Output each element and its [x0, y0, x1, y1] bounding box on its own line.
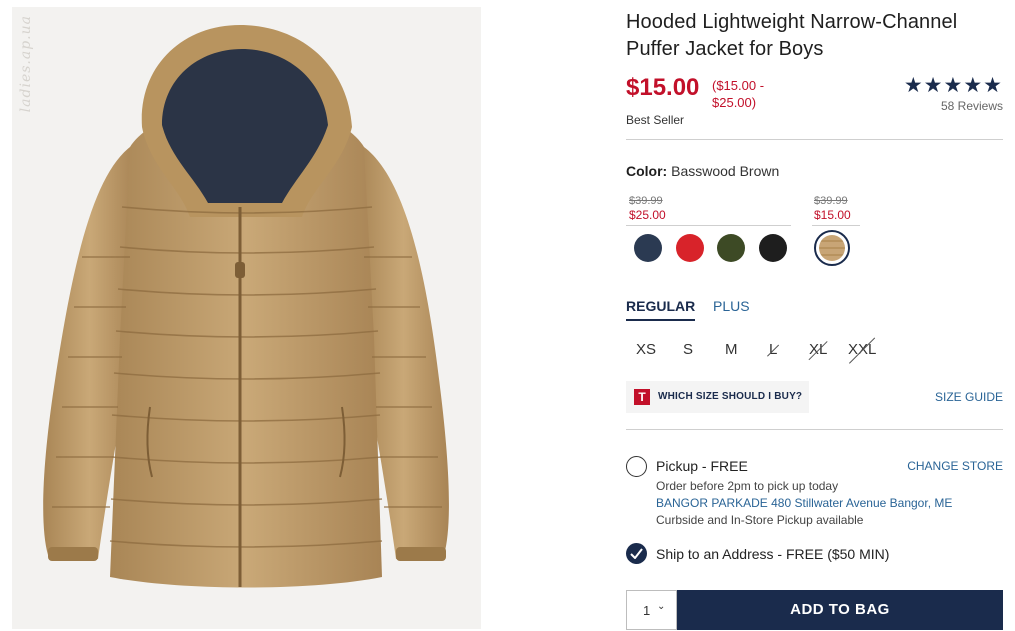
original-price: $39.99 — [814, 195, 848, 207]
color-selector-label: Color: Basswood Brown — [626, 163, 779, 179]
divider — [812, 225, 860, 226]
size-option-s[interactable]: S — [683, 341, 693, 361]
change-store-link[interactable]: CHANGE STORE — [907, 459, 1003, 473]
color-swatch-olive[interactable] — [717, 234, 745, 262]
color-swatch-navy[interactable] — [634, 234, 662, 262]
sale-price: $15.00 — [814, 208, 851, 222]
size-option-xl-unavailable[interactable]: XL — [809, 341, 827, 361]
divider — [626, 139, 1003, 140]
color-swatch-red[interactable] — [676, 234, 704, 262]
true-fit-icon: T — [634, 389, 650, 405]
checkmark-icon — [630, 548, 643, 559]
color-swatch-basswood-brown[interactable] — [814, 230, 850, 266]
best-seller-badge: Best Seller — [626, 113, 685, 127]
tab-plus[interactable]: PLUS — [713, 298, 750, 314]
ship-label: Ship to an Address - FREE ($50 MIN) — [656, 546, 890, 562]
chevron-down-icon: ⌄ — [657, 601, 666, 612]
divider — [626, 225, 791, 226]
pickup-label: Pickup - FREE — [656, 458, 748, 474]
quantity-value: 1 — [643, 603, 651, 618]
stars-glyphs: ★★★★★ — [903, 74, 1003, 97]
swatch-price-group: $39.99 $15.00 — [814, 194, 851, 222]
which-size-button[interactable]: T WHICH SIZE SHOULD I BUY? — [626, 381, 809, 413]
divider — [626, 429, 1003, 430]
selected-color-name: Basswood Brown — [671, 163, 780, 179]
pickup-cutoff-note: Order before 2pm to pick up today — [656, 479, 839, 493]
size-option-m[interactable]: M — [725, 341, 738, 361]
reviews-link[interactable]: 58 Reviews — [941, 99, 1003, 113]
add-to-bag-button[interactable]: ADD TO BAG — [677, 590, 1003, 630]
product-image[interactable]: ladies.ap.ua — [12, 7, 481, 629]
original-price: $39.99 — [629, 195, 663, 207]
swatch-fill — [819, 235, 845, 261]
pickup-radio[interactable] — [626, 456, 647, 477]
current-price: $15.00 — [626, 74, 700, 101]
star-rating-icon[interactable]: ★★★★★ — [904, 75, 1003, 96]
size-guide-link[interactable]: SIZE GUIDE — [935, 390, 1003, 404]
which-size-label: WHICH SIZE SHOULD I BUY? — [658, 391, 803, 402]
sale-price: $25.00 — [629, 208, 666, 222]
size-option-l-unavailable[interactable]: L — [769, 341, 777, 361]
puffer-jacket-illustration — [43, 25, 449, 588]
pickup-availability: Curbside and In-Store Pickup available — [656, 513, 864, 527]
swatch-price-group: $39.99 $25.00 — [629, 194, 666, 222]
quantity-select[interactable]: 1 ⌄ — [626, 590, 677, 630]
size-option-xxl-unavailable[interactable]: XXL — [848, 341, 876, 361]
product-title: Hooded Lightweight Narrow-Channel Puffer… — [626, 11, 958, 60]
product-info-panel: Hooded Lightweight Narrow-Channel Puffer… — [626, 0, 1003, 631]
tab-regular[interactable]: REGULAR — [626, 298, 696, 321]
color-label: Color: — [626, 163, 668, 179]
size-option-xs[interactable]: XS — [636, 341, 656, 361]
price-range: ($15.00 - $25.00) — [712, 78, 765, 110]
store-address-link[interactable]: BANGOR PARKADE 480 Stillwater Avenue Ban… — [656, 496, 952, 510]
ship-radio-checked[interactable] — [626, 543, 647, 564]
color-swatch-black[interactable] — [759, 234, 787, 262]
